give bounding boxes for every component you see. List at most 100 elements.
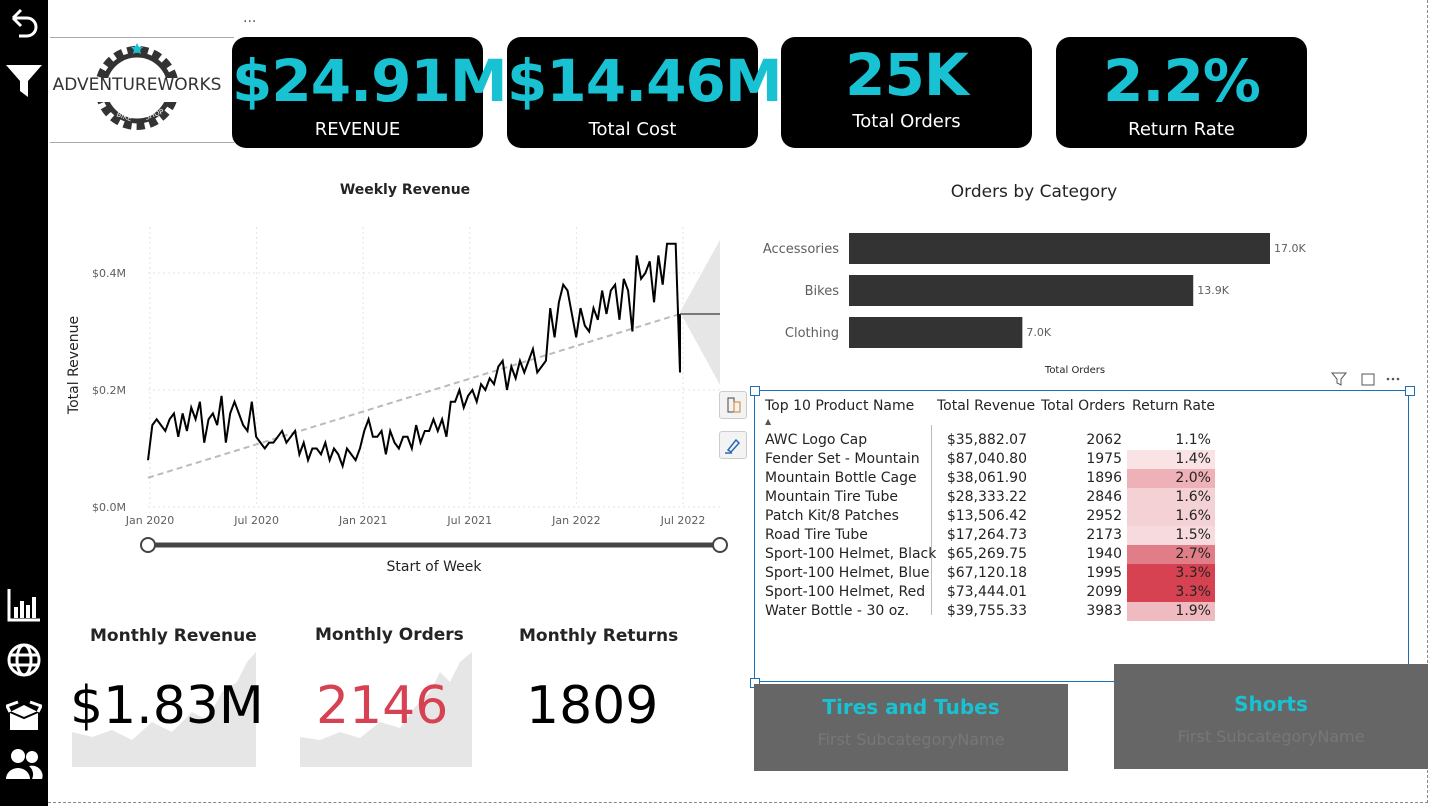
y-tick-label: $0.4M bbox=[92, 267, 126, 280]
category-label: Clothing bbox=[785, 326, 839, 341]
orders-cell: 1940 bbox=[1086, 546, 1122, 562]
table-row[interactable]: Sport-100 Helmet, Black $65,269.75 1940 2.7… bbox=[765, 545, 1225, 564]
kpi-value: 25K bbox=[845, 41, 969, 109]
globe-icon[interactable] bbox=[4, 640, 44, 680]
y-tick-label: $0.0M bbox=[92, 501, 126, 514]
weekly-revenue-chart[interactable]: $0.4M $0.2M $0.0MJan 2020 Jul 2020 Jan 2021 J… bbox=[60, 205, 740, 585]
top-products-table[interactable]: Top 10 Product Name Total Revenue Total … bbox=[754, 390, 1409, 682]
product-name-cell: Sport-100 Helmet, Black bbox=[765, 546, 937, 562]
focus-mode-icon bbox=[1361, 373, 1375, 386]
logo: ADVENTUREWORKS BIKE SHOP bbox=[50, 37, 234, 143]
table-row[interactable]: Fender Set - Mountain $87,040.80 1975 1.4% bbox=[765, 450, 1225, 469]
trend-line bbox=[147, 312, 681, 479]
table-row[interactable]: Patch Kit/8 Patches $13,506.42 2952 1.6% bbox=[765, 507, 1225, 526]
y-axis-label: Total Revenue bbox=[66, 316, 82, 415]
kpi-value: $14.46M bbox=[507, 47, 783, 115]
product-name-cell: Mountain Bottle Cage bbox=[765, 470, 917, 486]
table-row[interactable]: Mountain Tire Tube $28,333.22 2846 1.6% bbox=[765, 488, 1225, 507]
slider-start-handle[interactable] bbox=[140, 537, 156, 553]
col-header-revenue[interactable]: Total Revenue bbox=[937, 397, 1035, 416]
monthly-returns-value: 1809 bbox=[526, 676, 659, 736]
monthly-revenue-title: Monthly Revenue bbox=[90, 626, 257, 646]
product-name-cell: Mountain Tire Tube bbox=[765, 489, 898, 505]
subcategory-value: Tires and Tubes bbox=[822, 695, 1000, 719]
revenue-cell: $13,506.42 bbox=[946, 508, 1027, 524]
return-rate-cell: 3.3% bbox=[1127, 564, 1215, 583]
slider-end-handle[interactable] bbox=[712, 537, 728, 553]
table-row[interactable]: Road Tire Tube $17,264.73 2173 1.5% bbox=[765, 526, 1225, 545]
bar-data-label: 7.0K bbox=[1026, 326, 1051, 339]
table-row[interactable]: Sport-100 Helmet, Red $73,444.01 2099 3.3% bbox=[765, 583, 1225, 602]
revenue-cell: $39,755.33 bbox=[946, 603, 1027, 619]
revenue-cell: $65,269.75 bbox=[946, 546, 1027, 562]
return-rate-cell: 1.5% bbox=[1127, 526, 1215, 545]
return-rate-cell: 1.6% bbox=[1127, 488, 1215, 507]
table-row[interactable]: Mountain Bottle Cage $38,061.90 1896 2.0% bbox=[765, 469, 1225, 488]
subcategory-value: Shorts bbox=[1234, 692, 1308, 716]
kpi-value: $24.91M bbox=[232, 47, 508, 115]
revenue-cell: $73,444.01 bbox=[946, 584, 1027, 600]
x-tick-label: Jan 2020 bbox=[125, 514, 174, 527]
kpi-label: REVENUE bbox=[314, 119, 401, 140]
drill-icon[interactable] bbox=[719, 391, 747, 419]
kpi-value: 2.2% bbox=[1103, 47, 1261, 115]
monthly-returns-title: Monthly Returns bbox=[519, 626, 679, 646]
sort-arrow-icon: ▲ bbox=[765, 417, 772, 426]
kpi-total-cost-card[interactable]: $14.46M Total Cost bbox=[507, 37, 783, 148]
return-rate-cell: 1.1% bbox=[1127, 431, 1215, 450]
table-row[interactable]: Sport-100 Helmet, Blue $67,120.18 1995 3.3% bbox=[765, 564, 1225, 583]
col-header-product[interactable]: Top 10 Product Name bbox=[765, 397, 914, 416]
box-icon[interactable] bbox=[4, 698, 44, 738]
kpi-return-rate-card[interactable]: 2.2% Return Rate bbox=[1056, 37, 1307, 148]
product-name-cell: Sport-100 Helmet, Red bbox=[765, 584, 926, 600]
top-subcategory-card-1[interactable]: Tires and Tubes First SubcategoryName bbox=[754, 684, 1068, 771]
top-subcategory-card-2[interactable]: Shorts First SubcategoryName bbox=[1114, 664, 1428, 769]
kpi-revenue-card[interactable]: $24.91M REVENUE bbox=[232, 37, 508, 148]
orders-by-category-chart[interactable]: Accessories 17.0K Bikes 13.9K Clothing 7.0K To… bbox=[760, 225, 1360, 385]
x-axis-label: Start of Week bbox=[387, 559, 483, 575]
return-rate-cell: 1.9% bbox=[1127, 602, 1215, 621]
table-row[interactable]: Water Bottle - 30 oz. $39,755.33 3983 1.9% bbox=[765, 602, 1225, 621]
kpi-total-orders-card[interactable]: 25K Total Orders bbox=[781, 37, 1032, 148]
x-tick-label: Jul 2022 bbox=[660, 514, 706, 527]
forecast-band bbox=[680, 240, 720, 385]
category-chart-title: Orders by Category bbox=[950, 182, 1118, 202]
revenue-cell: $35,882.07 bbox=[946, 432, 1027, 448]
bar-data-label: 13.9K bbox=[1197, 284, 1229, 297]
filter-icon[interactable] bbox=[4, 61, 44, 101]
kpi-label: Return Rate bbox=[1128, 119, 1235, 140]
product-name-cell: Patch Kit/8 Patches bbox=[765, 508, 899, 524]
product-name-cell: Sport-100 Helmet, Blue bbox=[765, 565, 930, 581]
orders-cell: 1896 bbox=[1086, 470, 1122, 486]
back-arrow-icon[interactable] bbox=[4, 3, 44, 43]
people-icon[interactable] bbox=[4, 744, 44, 784]
category-axis-title: Total Orders bbox=[1044, 365, 1105, 376]
col-header-orders[interactable]: Total Orders bbox=[1041, 397, 1125, 416]
category-bar bbox=[849, 317, 1023, 348]
x-tick-label: Jan 2021 bbox=[338, 514, 387, 527]
filter-icon bbox=[1330, 372, 1348, 386]
logo-brand-text: ADVENTUREWORKS bbox=[53, 75, 222, 95]
monthly-revenue-value: $1.83M bbox=[70, 676, 264, 736]
return-rate-cell: 3.3% bbox=[1127, 583, 1215, 602]
orders-cell: 2173 bbox=[1086, 527, 1122, 543]
product-name-cell: Road Tire Tube bbox=[765, 527, 868, 543]
subcategory-label: First SubcategoryName bbox=[1177, 727, 1365, 746]
table-header-icons bbox=[1330, 370, 1410, 388]
orders-cell: 1975 bbox=[1086, 451, 1122, 467]
product-name-cell: AWC Logo Cap bbox=[765, 432, 868, 448]
format-brush-icon[interactable] bbox=[719, 431, 747, 459]
bar-chart-icon[interactable] bbox=[4, 585, 44, 625]
bar-data-label: 17.0K bbox=[1274, 242, 1306, 255]
weekly-revenue-title: Weekly Revenue bbox=[339, 182, 471, 198]
weekly-revenue-line bbox=[147, 242, 681, 470]
revenue-cell: $67,120.18 bbox=[946, 565, 1027, 581]
table-row[interactable]: AWC Logo Cap $35,882.07 2062 1.1% bbox=[765, 431, 1225, 450]
col-header-return-rate[interactable]: Return Rate bbox=[1132, 397, 1215, 416]
revenue-cell: $17,264.73 bbox=[946, 527, 1027, 543]
category-bar bbox=[849, 275, 1194, 306]
revenue-cell: $38,061.90 bbox=[946, 470, 1027, 486]
return-rate-cell: 1.6% bbox=[1127, 507, 1215, 526]
kpi-label: Total Cost bbox=[588, 119, 677, 140]
visual-menu-dots[interactable]: ... bbox=[243, 10, 256, 26]
